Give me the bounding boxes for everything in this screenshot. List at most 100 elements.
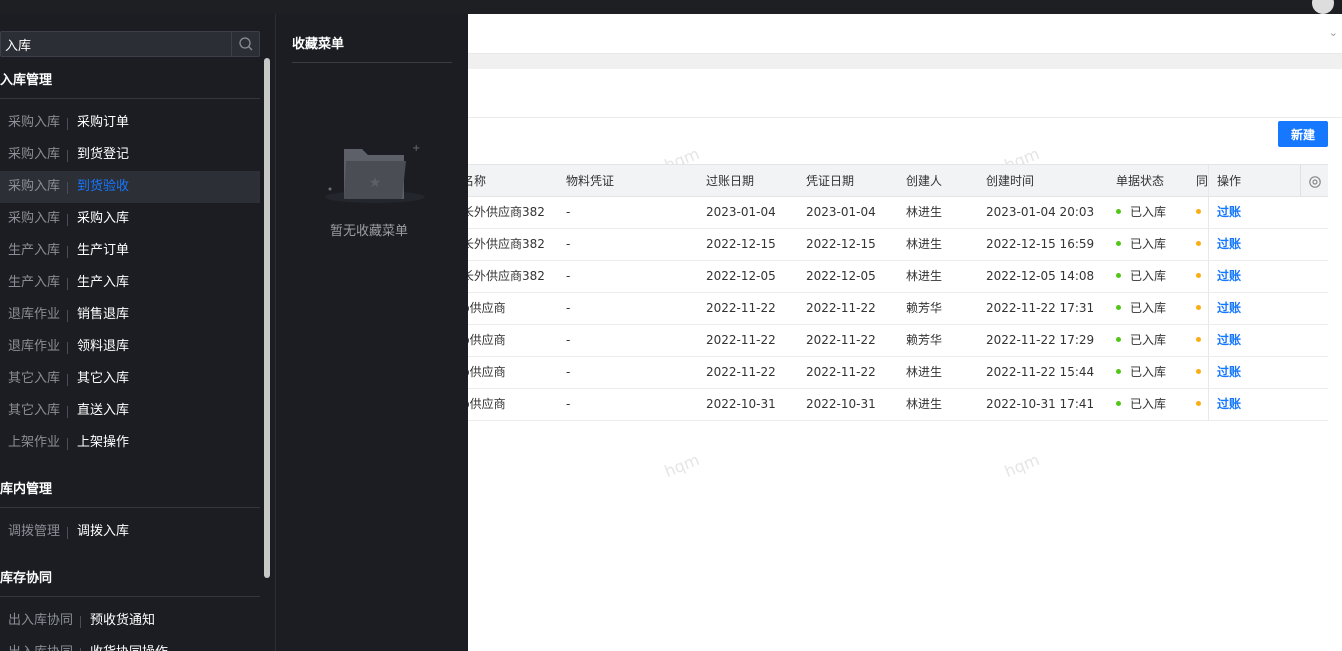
menu-item-label: 销售退库 <box>77 307 130 322</box>
menu-item[interactable]: 出入库协同 预收货通知 <box>0 605 260 637</box>
menu-item[interactable]: 其它入库 其它入库 <box>0 363 260 395</box>
op-cell: 过账 <box>1208 229 1298 260</box>
cell-name: p供应商 <box>462 365 506 379</box>
cell-name: 长外供应商382 <box>462 269 545 283</box>
sync-status <box>1196 325 1208 356</box>
menu-item-category: 采购入库 <box>8 115 61 130</box>
sync-dot <box>1196 209 1201 214</box>
status-dot <box>1116 209 1121 214</box>
menu-item[interactable]: 其它入库 直送入库 <box>0 395 260 427</box>
menu-item-category: 退库作业 <box>8 307 61 322</box>
divider <box>67 182 68 194</box>
menu-item-label: 其它入库 <box>77 371 130 386</box>
status-text: 已入库 <box>1130 333 1167 347</box>
sync-dot <box>1196 401 1201 406</box>
cell-creator: 林进生 <box>906 397 943 411</box>
sync-dot <box>1196 241 1201 246</box>
cell-creator: 林进生 <box>906 237 943 251</box>
cell-name: p供应商 <box>462 333 506 347</box>
cell-creator: 赖芳华 <box>906 301 943 315</box>
cell-creator: 赖芳华 <box>906 333 943 347</box>
cell-create-time: 2022-11-22 17:31 <box>986 301 1095 315</box>
post-link[interactable]: 过账 <box>1217 301 1241 315</box>
sync-status <box>1196 229 1208 260</box>
cell-creator: 林进生 <box>906 269 943 283</box>
menu-item[interactable]: 采购入库 到货验收 <box>0 171 260 203</box>
cell-voucher-date: 2022-11-22 <box>806 365 876 379</box>
sync-dot <box>1196 273 1201 278</box>
menu-item-category: 生产入库 <box>8 243 61 258</box>
svg-text:★: ★ <box>369 175 382 191</box>
cell-voucher-date: 2023-01-04 <box>806 205 876 219</box>
menu-item-category: 采购入库 <box>8 179 61 194</box>
menu-item-category: 上架作业 <box>8 435 61 450</box>
menu-overlay: 入库管理采购入库采购订单采购入库到货登记采购入库到货验收采购入库采购入库生产入库… <box>0 14 468 651</box>
menu-item[interactable]: 退库作业 销售退库 <box>0 299 260 331</box>
divider <box>67 374 68 386</box>
op-cell: 过账 <box>1208 197 1298 228</box>
menu-search-input[interactable] <box>5 32 231 56</box>
menu-item[interactable]: 生产入库 生产订单 <box>0 235 260 267</box>
cell-voucher: - <box>566 237 571 251</box>
divider <box>0 98 260 99</box>
menu-item-label: 收货协同操作 <box>90 637 168 651</box>
cell-voucher: - <box>566 333 571 347</box>
cell-voucher-date: 2022-11-22 <box>806 333 876 347</box>
cell-name: 长外供应商382 <box>462 205 545 219</box>
divider <box>292 62 452 63</box>
menu-item[interactable]: 采购入库 到货登记 <box>0 139 260 171</box>
cell-post-date: 2023-01-04 <box>706 205 776 219</box>
post-link[interactable]: 过账 <box>1217 365 1241 379</box>
menu-item[interactable]: 生产入库 生产入库 <box>0 267 260 299</box>
sync-dot <box>1196 305 1201 310</box>
status-dot <box>1116 273 1121 278</box>
divider <box>67 527 68 539</box>
post-link[interactable]: 过账 <box>1217 269 1241 283</box>
menu-item[interactable]: 退库作业 领料退库 <box>0 331 260 363</box>
op-cell: 过账 <box>1208 261 1298 292</box>
sync-dot <box>1196 369 1201 374</box>
menu-item-category: 其它入库 <box>8 403 61 418</box>
search-icon[interactable] <box>231 32 259 56</box>
chevron-down-icon[interactable]: ⌄ <box>1329 26 1338 39</box>
divider <box>0 596 260 597</box>
cell-creator: 林进生 <box>906 365 943 379</box>
status-text: 已入库 <box>1130 397 1167 411</box>
new-button[interactable]: 新建 <box>1278 121 1328 147</box>
status-text: 已入库 <box>1130 269 1167 283</box>
empty-favorites-text: 暂无收藏菜单 <box>330 224 409 239</box>
menu-item[interactable]: 采购入库 采购入库 <box>0 203 260 235</box>
status-badge: 已入库 <box>1116 357 1188 388</box>
divider <box>67 278 68 290</box>
cell-creator: 林进生 <box>906 205 943 219</box>
status-text: 已入库 <box>1130 365 1167 379</box>
divider <box>67 406 68 418</box>
post-link[interactable]: 过账 <box>1217 397 1241 411</box>
menu-item[interactable]: 采购入库 采购订单 <box>0 107 260 139</box>
col-creator: 创建人 <box>906 174 943 188</box>
cell-create-time: 2022-11-22 17:29 <box>986 333 1095 347</box>
status-badge: 已入库 <box>1116 325 1188 356</box>
cell-voucher: - <box>566 301 571 315</box>
menu-item-category: 出入库协同 <box>8 637 73 651</box>
menu-item-label: 直送入库 <box>77 403 130 418</box>
divider <box>67 342 68 354</box>
post-link[interactable]: 过账 <box>1217 237 1241 251</box>
divider <box>67 214 68 226</box>
divider <box>80 616 81 628</box>
sync-status <box>1196 389 1208 420</box>
post-link[interactable]: 过账 <box>1217 205 1241 219</box>
avatar[interactable] <box>1312 0 1334 14</box>
menu-item[interactable]: 上架作业 上架操作 <box>0 427 260 459</box>
cell-voucher-date: 2022-12-15 <box>806 237 876 251</box>
menu-item-label: 领料退库 <box>77 339 130 354</box>
menu-item[interactable]: 出入库协同 收货协同操作 <box>0 637 260 651</box>
op-cell: 过账 <box>1208 357 1298 388</box>
col-status: 单据状态 <box>1116 174 1165 188</box>
empty-folder-icon: ★ + <box>325 143 425 203</box>
menu-scrollbar[interactable] <box>264 58 270 578</box>
menu-item[interactable]: 调拨管理 调拨入库 <box>0 516 260 548</box>
op-cell: 过账 <box>1208 389 1298 420</box>
post-link[interactable]: 过账 <box>1217 333 1241 347</box>
gear-icon[interactable] <box>1300 165 1328 196</box>
